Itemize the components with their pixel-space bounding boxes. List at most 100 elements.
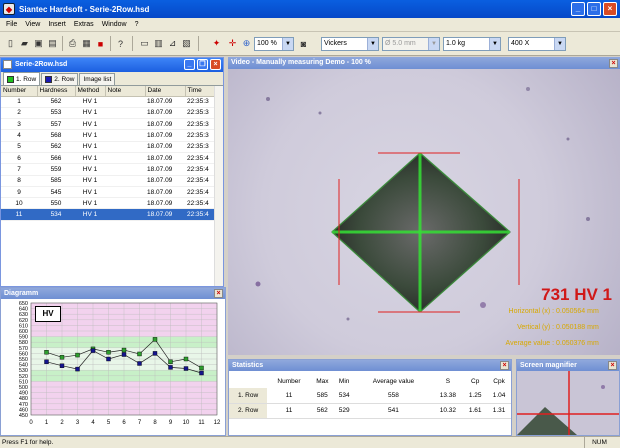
table-cell: 5 bbox=[1, 141, 37, 153]
help-icon[interactable]: ? bbox=[114, 37, 127, 50]
table-cell: 3 bbox=[1, 118, 37, 131]
data-point bbox=[44, 350, 49, 355]
menu-window[interactable]: Window bbox=[98, 21, 131, 28]
table-icon[interactable]: ▥ bbox=[152, 37, 165, 50]
vertical-scrollbar[interactable] bbox=[214, 86, 223, 286]
table-cell: HV 1 bbox=[75, 129, 105, 142]
x-tick-label: 3 bbox=[76, 420, 80, 426]
close-button[interactable]: × bbox=[603, 2, 617, 16]
diagram-window: Diagramm × 450 460 470 480 490 500 510 520 530 54… bbox=[0, 287, 226, 436]
load-select[interactable]: 1.0 kg ▼ bbox=[443, 37, 501, 51]
table-row[interactable]: 6 566 HV 1 18.07.09 22:35:4 bbox=[1, 152, 223, 165]
magnifier-close-button[interactable]: × bbox=[608, 361, 617, 370]
table-row[interactable]: 9 545 HV 1 18.07.09 22:35:4 bbox=[1, 186, 223, 199]
camera-icon[interactable]: ◙ bbox=[297, 37, 310, 50]
magnifier-title: Screen magnifier bbox=[520, 362, 577, 369]
stats-icon[interactable]: ▧ bbox=[180, 37, 193, 50]
stats-col-header: Max bbox=[310, 374, 334, 388]
table-cell: 4 bbox=[1, 129, 37, 142]
method-select[interactable]: Vickers ▼ bbox=[321, 37, 379, 51]
table-cell: 18.07.09 bbox=[145, 208, 185, 221]
stats-cell: 562 bbox=[310, 403, 334, 419]
tab-row-2[interactable]: 2. Row bbox=[41, 73, 79, 85]
pdf-icon[interactable]: ■ bbox=[94, 37, 107, 50]
x-tick-label: 4 bbox=[91, 420, 95, 426]
col-date[interactable]: Date bbox=[145, 86, 186, 97]
magnifier-window: Screen magnifier × bbox=[516, 359, 620, 436]
table-cell bbox=[105, 141, 145, 153]
diagram-close-button[interactable]: × bbox=[214, 289, 223, 298]
table-row[interactable]: 5 562 HV 1 18.07.09 22:35:3 bbox=[1, 141, 223, 153]
target-icon[interactable]: ⊕ bbox=[240, 37, 253, 50]
stats-cell: 10.32 bbox=[432, 403, 464, 419]
col-number[interactable]: Number bbox=[1, 86, 38, 97]
data-point bbox=[168, 365, 173, 370]
col-note[interactable]: Note bbox=[105, 86, 146, 97]
green-square-icon bbox=[7, 75, 14, 83]
menu-file[interactable]: File bbox=[2, 21, 21, 28]
table-cell: 18.07.09 bbox=[145, 197, 185, 210]
diagram-title: Diagramm bbox=[4, 290, 39, 297]
menu-extras[interactable]: Extras bbox=[70, 21, 98, 28]
stats-cell: 541 bbox=[354, 403, 433, 419]
table-row[interactable]: 3 557 HV 1 18.07.09 22:35:3 bbox=[1, 118, 223, 131]
measure-icon[interactable]: ✦ bbox=[210, 37, 223, 50]
zoom-select[interactable]: 100 % ▼ bbox=[254, 37, 294, 51]
menu-help[interactable]: ? bbox=[131, 21, 143, 28]
table-cell: HV 1 bbox=[75, 107, 105, 120]
crosshair-icon[interactable]: ✛ bbox=[226, 37, 239, 50]
x-tick-label: 11 bbox=[198, 420, 205, 426]
series-window-title: Serie-2Row.hsd bbox=[15, 61, 68, 68]
table-row[interactable]: 8 585 HV 1 18.07.09 22:35:4 bbox=[1, 175, 223, 187]
y-tick-label: 470 bbox=[19, 402, 28, 408]
tab-image-list[interactable]: Image list bbox=[79, 73, 116, 85]
window-title: Siantec Hardsoft - Serie-2Row.hsd bbox=[19, 4, 150, 14]
open-folder-icon[interactable]: ▰ bbox=[18, 37, 31, 50]
table-row[interactable]: 2 553 HV 1 18.07.09 22:35:3 bbox=[1, 107, 223, 120]
horizontal-readout: Horizontal (x) : 0.050564 mm bbox=[508, 308, 599, 315]
table-cell: HV 1 bbox=[75, 197, 105, 210]
menu-insert[interactable]: Insert bbox=[44, 21, 70, 28]
video-image[interactable]: 731 HV 1 Horizontal (x) : 0.050564 mm Ve… bbox=[228, 69, 620, 355]
magnification-select[interactable]: 400 X ▼ bbox=[508, 37, 566, 51]
print-preview-icon[interactable]: ▦ bbox=[80, 37, 93, 50]
tab-row-1[interactable]: 1. Row bbox=[3, 72, 41, 85]
series-restore-button[interactable]: ❐ bbox=[197, 59, 208, 70]
table-row[interactable]: 7 559 HV 1 18.07.09 22:35:4 bbox=[1, 163, 223, 176]
print-icon[interactable]: ⎙ bbox=[66, 37, 79, 50]
stats-col-header: Average value bbox=[354, 374, 433, 388]
chart-icon[interactable]: ⊿ bbox=[166, 37, 179, 50]
save-as-icon[interactable]: ▤ bbox=[46, 37, 59, 50]
hardness-result: 731 HV 1 bbox=[541, 285, 612, 304]
y-tick-label: 630 bbox=[19, 312, 28, 318]
table-cell bbox=[105, 152, 145, 165]
table-cell: HV 1 bbox=[75, 163, 105, 176]
series-minimize-button[interactable]: _ bbox=[184, 59, 195, 70]
data-point bbox=[137, 361, 142, 366]
save-icon[interactable]: ▣ bbox=[32, 37, 45, 50]
window-icon[interactable]: ▭ bbox=[138, 37, 151, 50]
stats-cell: 13.38 bbox=[432, 388, 464, 404]
new-file-icon[interactable]: ▯ bbox=[4, 37, 17, 50]
table-row[interactable]: 10 550 HV 1 18.07.09 22:35:4 bbox=[1, 197, 223, 210]
table-row[interactable]: 4 568 HV 1 18.07.09 22:35:3 bbox=[1, 129, 223, 142]
statistics-close-button[interactable]: × bbox=[500, 361, 509, 370]
video-close-button[interactable]: × bbox=[609, 59, 618, 68]
series-window: Serie-2Row.hsd _ ❐ × 1. Row 2. Row Image… bbox=[0, 57, 224, 287]
table-row[interactable]: 1 562 HV 1 18.07.09 22:35:3 bbox=[1, 96, 223, 108]
data-point bbox=[75, 366, 80, 372]
series-close-button[interactable]: × bbox=[210, 59, 221, 70]
maximize-button[interactable]: □ bbox=[587, 2, 601, 16]
title-bar: ◆ Siantec Hardsoft - Serie-2Row.hsd _ □ … bbox=[0, 0, 620, 18]
stats-col-header: Cpk bbox=[487, 374, 511, 388]
col-hardness[interactable]: Hardness bbox=[37, 86, 76, 97]
minimize-button[interactable]: _ bbox=[571, 2, 585, 16]
y-tick-label: 510 bbox=[19, 379, 28, 385]
x-tick-label: 2 bbox=[60, 420, 64, 426]
menu-view[interactable]: View bbox=[21, 21, 44, 28]
video-window: Video - Manually measuring Demo - 100 % … bbox=[228, 57, 620, 355]
table-row[interactable]: 11 534 HV 1 18.07.09 22:35:4 bbox=[1, 208, 223, 221]
table-cell bbox=[105, 186, 145, 199]
table-cell: 9 bbox=[1, 186, 37, 199]
col-method[interactable]: Method bbox=[75, 86, 106, 97]
